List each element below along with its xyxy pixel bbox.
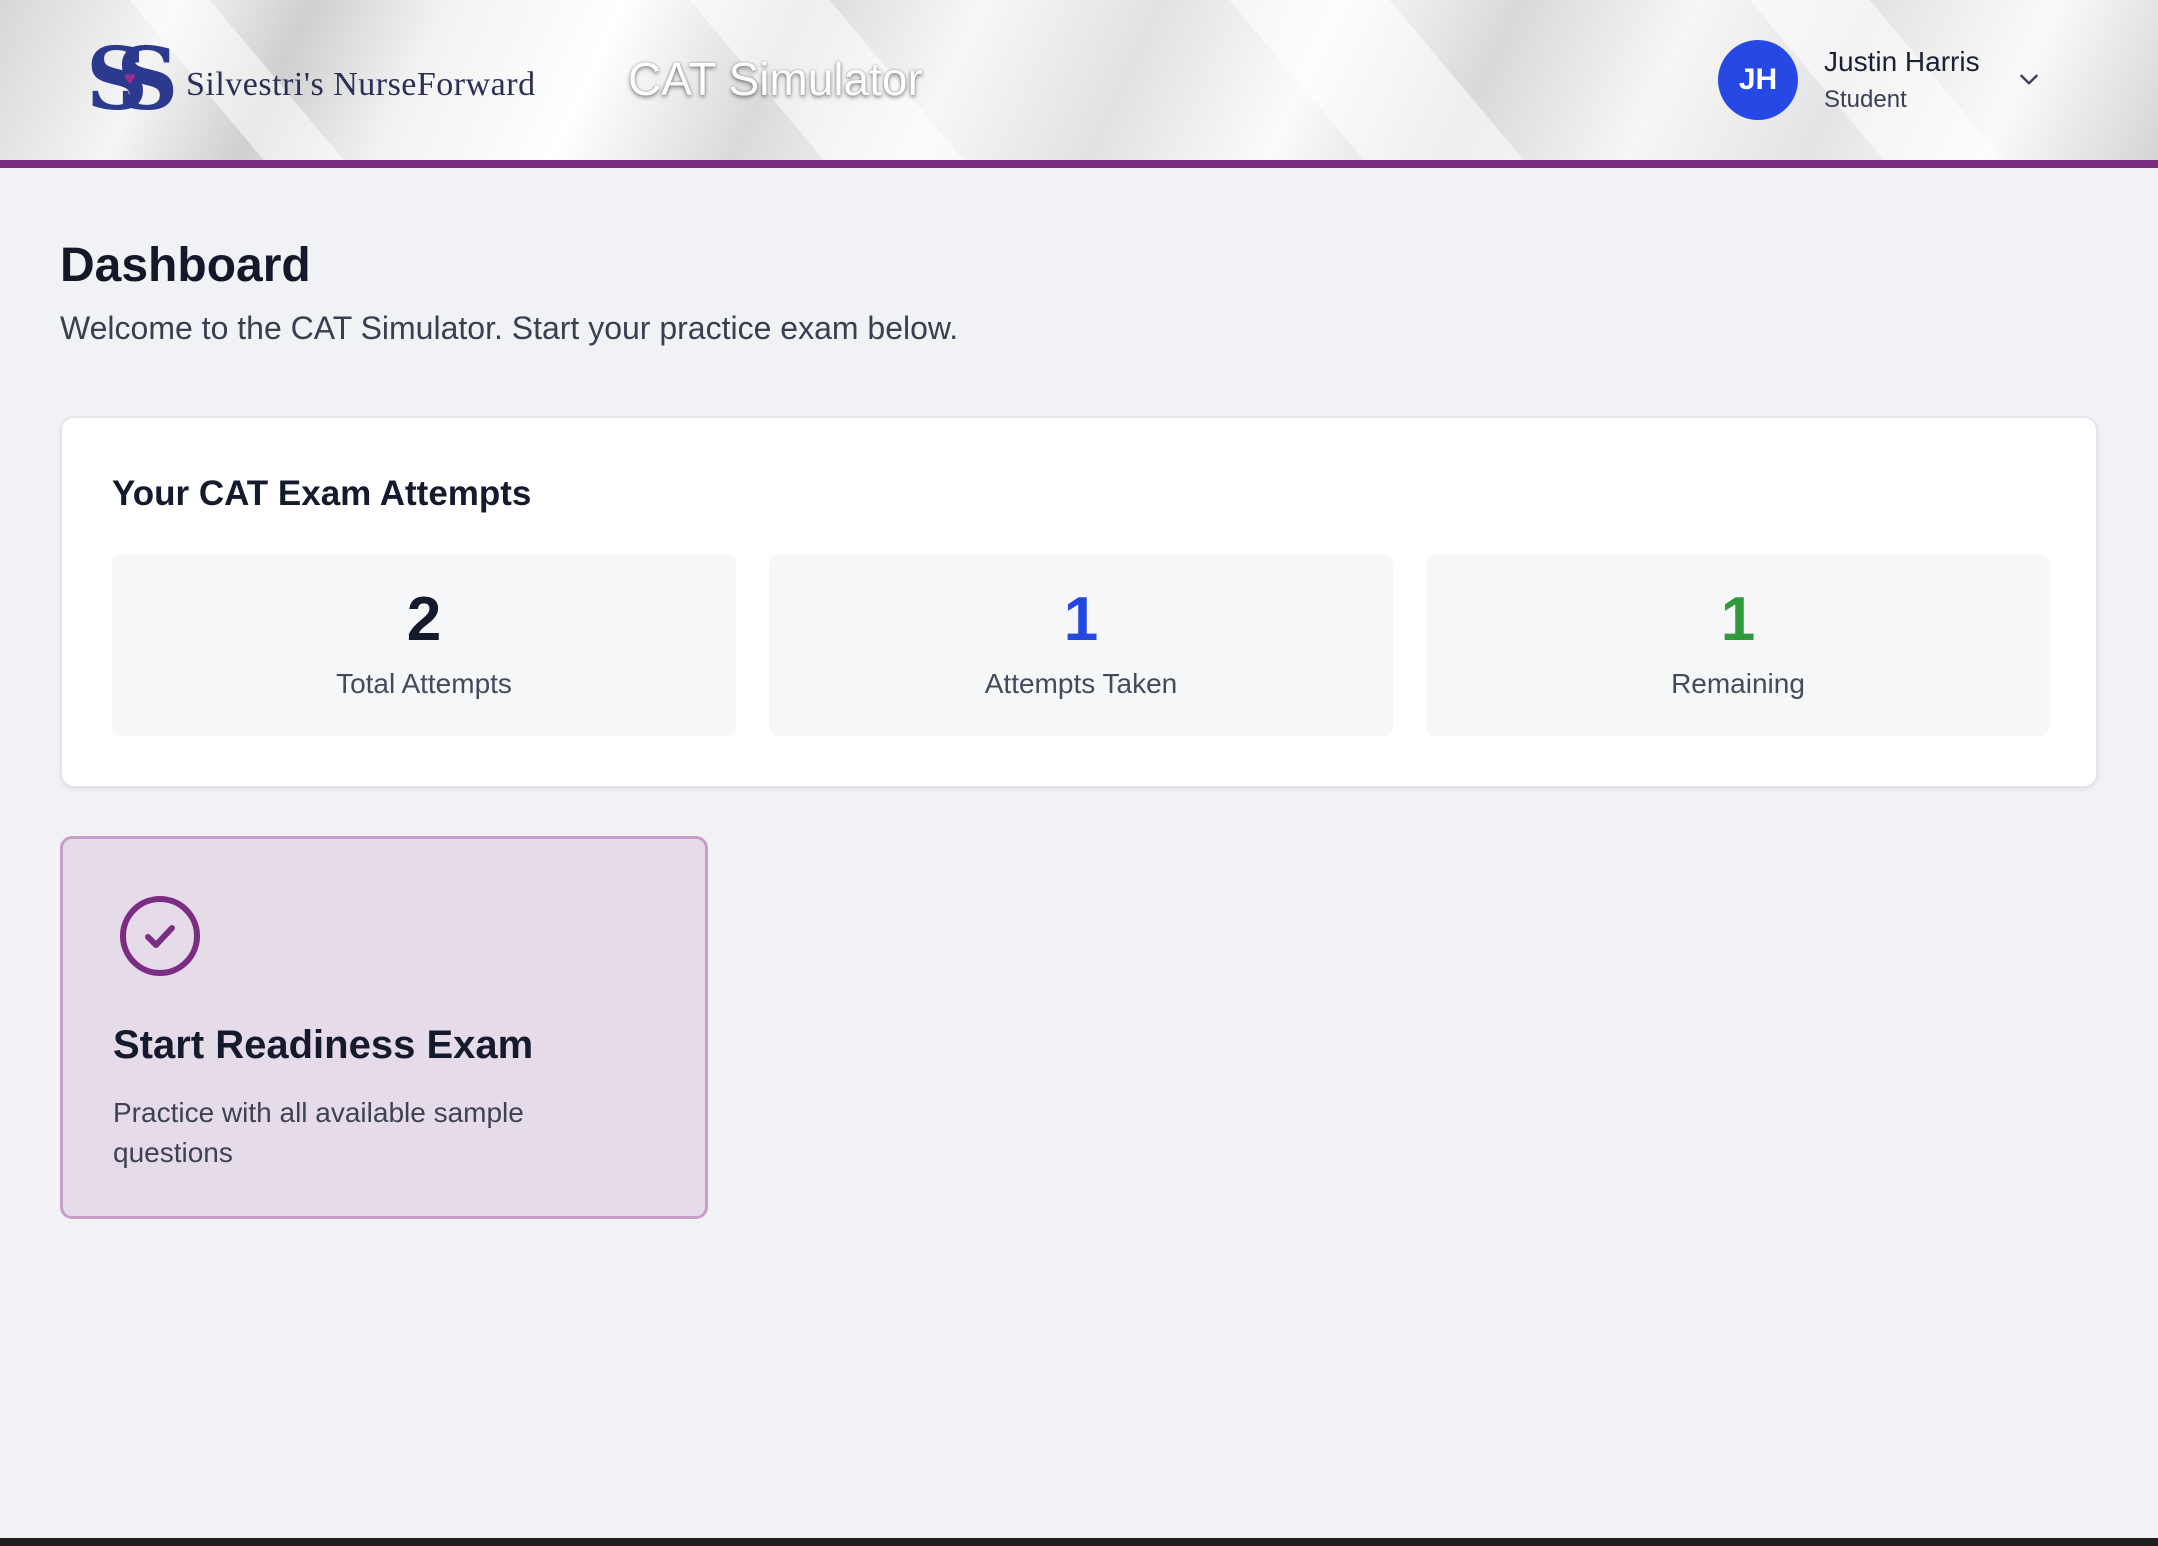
stat-attempts-taken: 1 Attempts Taken — [769, 554, 1393, 736]
header-accent-border — [0, 160, 2158, 168]
brand-logo[interactable]: SS ♥ Silvestri's NurseForward — [86, 34, 606, 126]
attempts-card: Your CAT Exam Attempts 2 Total Attempts … — [60, 416, 2098, 788]
stat-label: Remaining — [1671, 668, 1805, 699]
stat-value: 1 — [1063, 585, 1099, 654]
stat-remaining: 1 Remaining — [1426, 554, 2050, 736]
header-decoration — [1229, 0, 1531, 168]
page-subtitle: Welcome to the CAT Simulator. Start your… — [60, 310, 959, 346]
user-role: Student — [1824, 86, 1907, 113]
logo-mark: SS — [86, 29, 178, 130]
window-bottom-edge — [0, 1538, 2158, 1546]
page-title: Dashboard — [60, 239, 311, 292]
stat-value: 2 — [406, 585, 442, 654]
app-title: CAT Simulator — [628, 53, 923, 105]
logo-text: Silvestri's NurseForward — [186, 66, 536, 103]
exam-card-title: Start Readiness Exam — [113, 1023, 534, 1067]
heart-icon: ♥ — [124, 68, 136, 90]
exam-card-description: Practice with all available sample quest… — [113, 1097, 524, 1168]
stat-label: Total Attempts — [336, 668, 512, 699]
stat-value: 1 — [1720, 585, 1756, 654]
user-name: Justin Harris — [1824, 46, 1980, 77]
user-menu[interactable]: JH Justin Harris Student — [1718, 40, 2048, 120]
app-header: SS ♥ Silvestri's NurseForward CAT Simula… — [0, 0, 2158, 168]
check-circle-icon — [120, 896, 200, 976]
chevron-down-icon[interactable] — [2016, 66, 2042, 92]
attempts-title: Your CAT Exam Attempts — [112, 474, 532, 513]
stat-total-attempts: 2 Total Attempts — [112, 554, 736, 736]
start-readiness-exam-card[interactable]: Start Readiness Exam Practice with all a… — [60, 836, 708, 1219]
stat-label: Attempts Taken — [984, 668, 1178, 699]
avatar: JH — [1718, 40, 1798, 120]
